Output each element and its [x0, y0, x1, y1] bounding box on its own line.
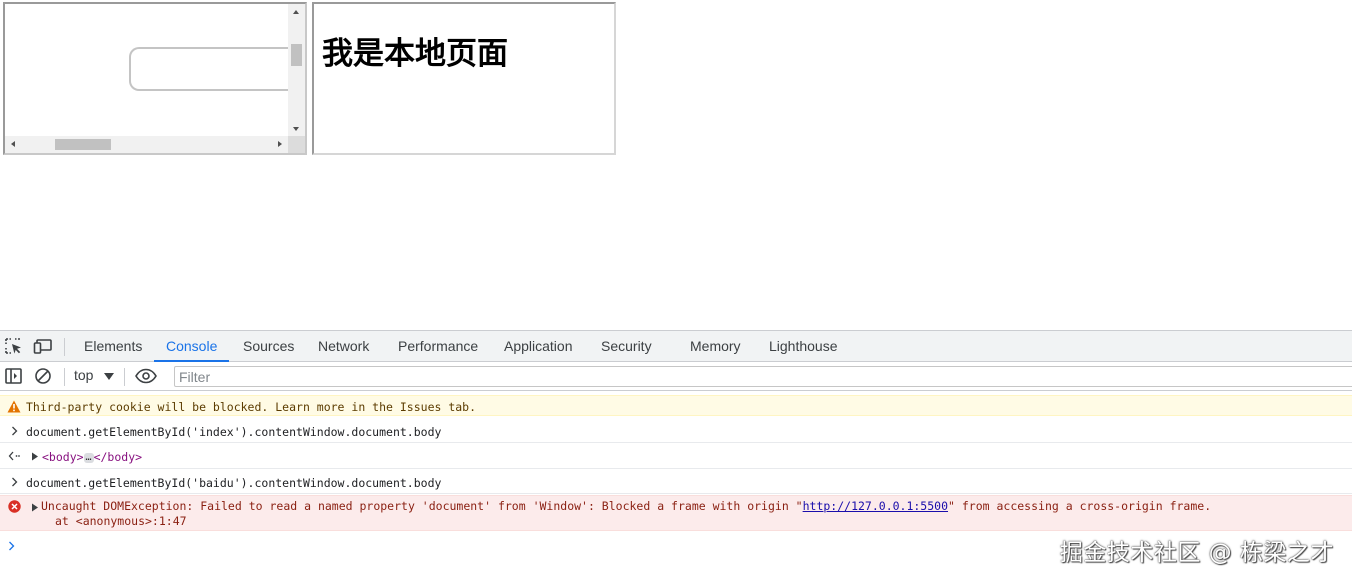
- console-input-row: document.getElementById('baidu').content…: [0, 470, 1352, 494]
- expand-triangle-icon[interactable]: [31, 503, 39, 512]
- body-close-tag: </body>: [93, 450, 143, 464]
- error-icon: [8, 500, 21, 513]
- tab-sources[interactable]: Sources: [243, 331, 294, 362]
- scroll-left-arrow-icon[interactable]: [11, 141, 15, 147]
- horizontal-scroll-thumb[interactable]: [55, 139, 111, 150]
- input-prompt-chevron-icon: [12, 426, 18, 436]
- scroll-down-arrow-icon[interactable]: [293, 127, 299, 131]
- local-page-heading: 我是本地页面: [322, 36, 508, 72]
- output-return-icon: [8, 451, 20, 461]
- tab-network[interactable]: Network: [318, 331, 369, 362]
- console-filter-input[interactable]: [174, 366, 1352, 387]
- body-open-tag: <body>: [42, 450, 84, 464]
- console-toolbar: top: [0, 362, 1352, 391]
- error-stack-trace: at <anonymous>:1:47: [55, 514, 187, 528]
- warning-icon: [7, 400, 21, 413]
- sidebar-toggle-icon[interactable]: [4, 367, 24, 385]
- console-input-row: document.getElementById('index').content…: [0, 419, 1352, 443]
- console-output-body[interactable]: <body>… </body>: [42, 450, 142, 464]
- tabbar-separator: [64, 338, 65, 356]
- tab-security[interactable]: Security: [601, 331, 652, 362]
- iframe-local[interactable]: 我是本地页面: [312, 2, 616, 155]
- console-input-text: document.getElementById('baidu').content…: [26, 476, 442, 490]
- console-output-row: <body>… </body>: [0, 444, 1352, 469]
- scrollbar-corner: [288, 136, 305, 153]
- iframe-index-input[interactable]: [129, 47, 299, 91]
- live-expression-eye-icon[interactable]: [134, 367, 158, 385]
- tab-memory[interactable]: Memory: [690, 331, 741, 362]
- collapsed-ellipsis[interactable]: …: [83, 452, 94, 463]
- console-input-text: document.getElementById('index').content…: [26, 425, 442, 439]
- origin-link[interactable]: http://127.0.0.1:5500: [803, 499, 948, 513]
- watermark: 掘金技术社区 @ 栋梁之才: [1059, 540, 1334, 566]
- error-message: Uncaught DOMException: Failed to read a …: [41, 499, 1211, 513]
- clear-console-icon[interactable]: [33, 367, 53, 385]
- devtools-tabbar: Elements Console Sources Network Perform…: [0, 331, 1352, 362]
- vertical-scroll-thumb[interactable]: [291, 44, 302, 66]
- scroll-up-arrow-icon[interactable]: [293, 10, 299, 14]
- iframe-index[interactable]: [3, 2, 307, 155]
- tab-application[interactable]: Application: [504, 331, 573, 362]
- iframe-index-horizontal-scrollbar[interactable]: [5, 136, 288, 153]
- toolbar-separator: [64, 368, 65, 386]
- inspect-element-icon[interactable]: [4, 337, 24, 355]
- tab-console[interactable]: Console: [154, 331, 230, 362]
- context-dropdown-caret-icon[interactable]: [104, 373, 114, 380]
- error-text-after: " from accessing a cross-origin frame.: [948, 499, 1212, 513]
- tab-performance[interactable]: Performance: [398, 331, 478, 362]
- error-text-before: Uncaught DOMException: Failed to read a …: [41, 499, 803, 513]
- warning-message: Third-party cookie will be blocked. Lear…: [26, 400, 477, 414]
- tab-elements[interactable]: Elements: [84, 331, 142, 362]
- console-prompt-chevron-icon: [9, 541, 15, 551]
- iframe-index-vertical-scrollbar[interactable]: [288, 4, 305, 136]
- toolbar-separator: [124, 368, 125, 386]
- tab-lighthouse[interactable]: Lighthouse: [769, 331, 838, 362]
- scroll-right-arrow-icon[interactable]: [278, 141, 282, 147]
- device-toolbar-icon[interactable]: [33, 337, 53, 355]
- context-selector[interactable]: top: [74, 367, 93, 383]
- console-error-row: Uncaught DOMException: Failed to read a …: [0, 495, 1352, 531]
- input-prompt-chevron-icon: [12, 477, 18, 487]
- expand-triangle-icon[interactable]: [31, 452, 39, 461]
- console-warning-row: Third-party cookie will be blocked. Lear…: [0, 395, 1352, 416]
